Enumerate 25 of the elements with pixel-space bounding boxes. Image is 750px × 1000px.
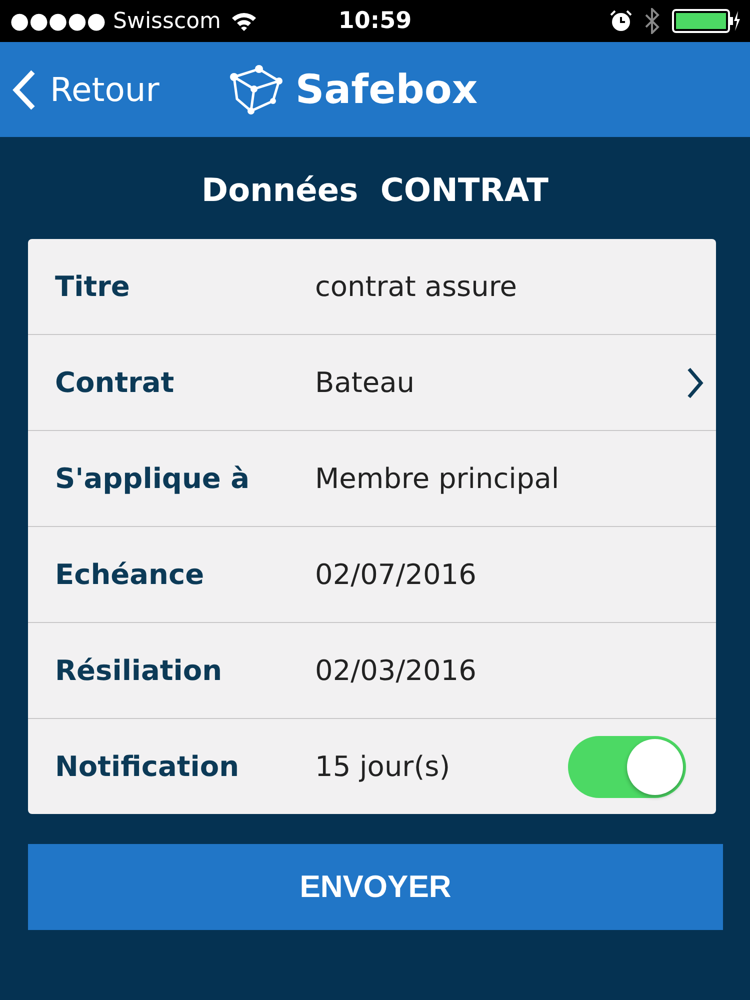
chevron-right-icon[interactable] xyxy=(686,366,704,398)
battery-icon xyxy=(672,9,740,33)
field-value[interactable]: Bateau xyxy=(315,366,686,399)
send-button[interactable]: ENVOYER xyxy=(28,844,723,930)
page-title: Données CONTRAT xyxy=(200,171,550,209)
brand-name: Safebox xyxy=(295,66,478,112)
cube-logo-icon xyxy=(229,64,284,114)
carrier-signal: ●●●●● Swisscom xyxy=(10,8,221,34)
field-label: Notification xyxy=(55,750,240,783)
bluetooth-icon xyxy=(644,8,660,34)
field-label: S'applique à xyxy=(55,462,251,495)
field-label: Résiliation xyxy=(55,654,224,687)
field-value: 02/03/2016 xyxy=(315,654,478,687)
back-button[interactable]: Retour xyxy=(12,70,160,110)
field-value: 15 jour(s) xyxy=(315,750,452,783)
field-value: Membre principal xyxy=(315,462,560,495)
alarm-clock-icon xyxy=(610,10,632,32)
field-label: Contrat xyxy=(55,366,176,399)
clock-time: 10:59 xyxy=(338,8,412,34)
field-value: 02/07/2016 xyxy=(315,558,478,591)
field-value: contrat assure xyxy=(315,270,518,303)
wifi-icon xyxy=(230,11,257,31)
field-label: Titre xyxy=(55,270,131,303)
field-label: Echéance xyxy=(55,558,206,591)
chevron-left-icon xyxy=(12,70,36,110)
